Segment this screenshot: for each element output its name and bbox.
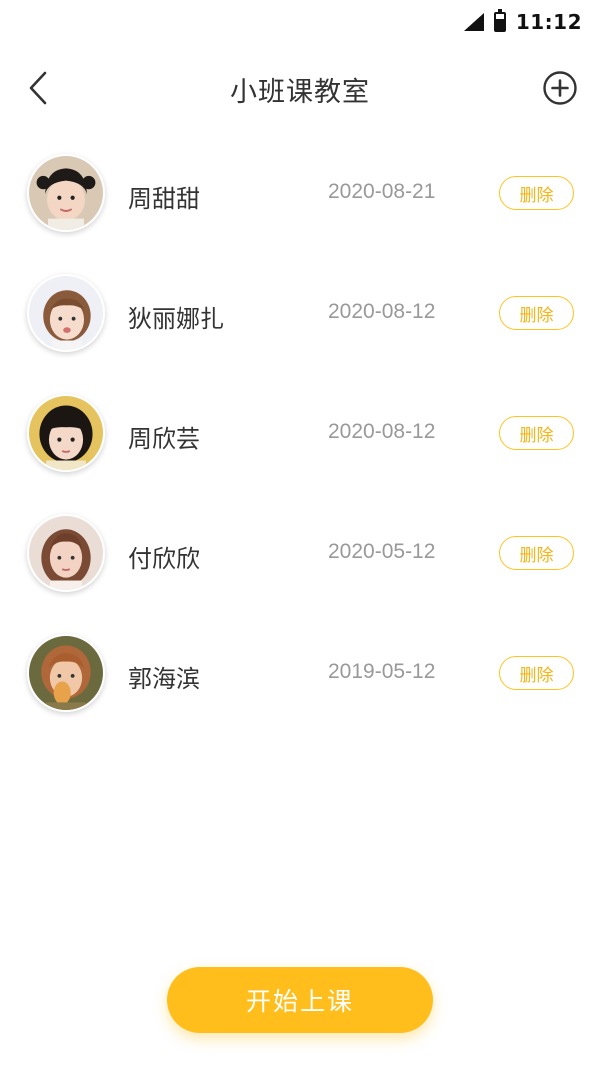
student-name: 郭海滨 bbox=[128, 665, 200, 693]
signal-icon bbox=[463, 13, 484, 31]
student-avatar bbox=[27, 634, 105, 712]
nav-bar: 小班课教室 bbox=[0, 56, 600, 120]
student-name: 周欣芸 bbox=[128, 425, 200, 453]
delete-button[interactable]: 删除 bbox=[499, 296, 574, 330]
student-row: 周甜甜 2020-08-21 删除 bbox=[0, 134, 600, 254]
page-title: 小班课教室 bbox=[230, 77, 370, 108]
delete-button[interactable]: 删除 bbox=[499, 176, 574, 210]
student-avatar bbox=[27, 514, 105, 592]
student-date: 2020-08-12 bbox=[328, 420, 436, 443]
student-name: 周甜甜 bbox=[128, 185, 200, 213]
student-avatar bbox=[27, 394, 105, 472]
status-icons: 11:12 bbox=[463, 8, 582, 36]
student-date: 2020-05-12 bbox=[328, 540, 436, 563]
start-class-button[interactable]: 开始上课 bbox=[167, 967, 433, 1033]
student-row: 狄丽娜扎 2020-08-12 删除 bbox=[0, 254, 600, 374]
student-name: 付欣欣 bbox=[128, 545, 200, 573]
add-circle-icon[interactable] bbox=[542, 70, 578, 106]
student-date: 2020-08-12 bbox=[328, 300, 436, 323]
student-name: 狄丽娜扎 bbox=[128, 305, 224, 333]
student-avatar bbox=[27, 154, 105, 232]
student-date: 2019-05-12 bbox=[328, 660, 436, 683]
student-avatar bbox=[27, 274, 105, 352]
status-bar: 11:12 bbox=[0, 0, 600, 44]
student-row: 郭海滨 2019-05-12 删除 bbox=[0, 614, 600, 734]
delete-button[interactable]: 删除 bbox=[499, 536, 574, 570]
student-row: 付欣欣 2020-05-12 删除 bbox=[0, 494, 600, 614]
battery-icon bbox=[493, 9, 506, 32]
student-row: 周欣芸 2020-08-12 删除 bbox=[0, 374, 600, 494]
delete-button[interactable]: 删除 bbox=[499, 656, 574, 690]
student-date: 2020-08-21 bbox=[328, 180, 436, 203]
delete-button[interactable]: 删除 bbox=[499, 416, 574, 450]
student-list: 周甜甜 2020-08-21 删除 狄丽娜扎 2020-08-12 删除 周欣芸… bbox=[0, 134, 600, 734]
status-time: 11:12 bbox=[515, 10, 582, 34]
